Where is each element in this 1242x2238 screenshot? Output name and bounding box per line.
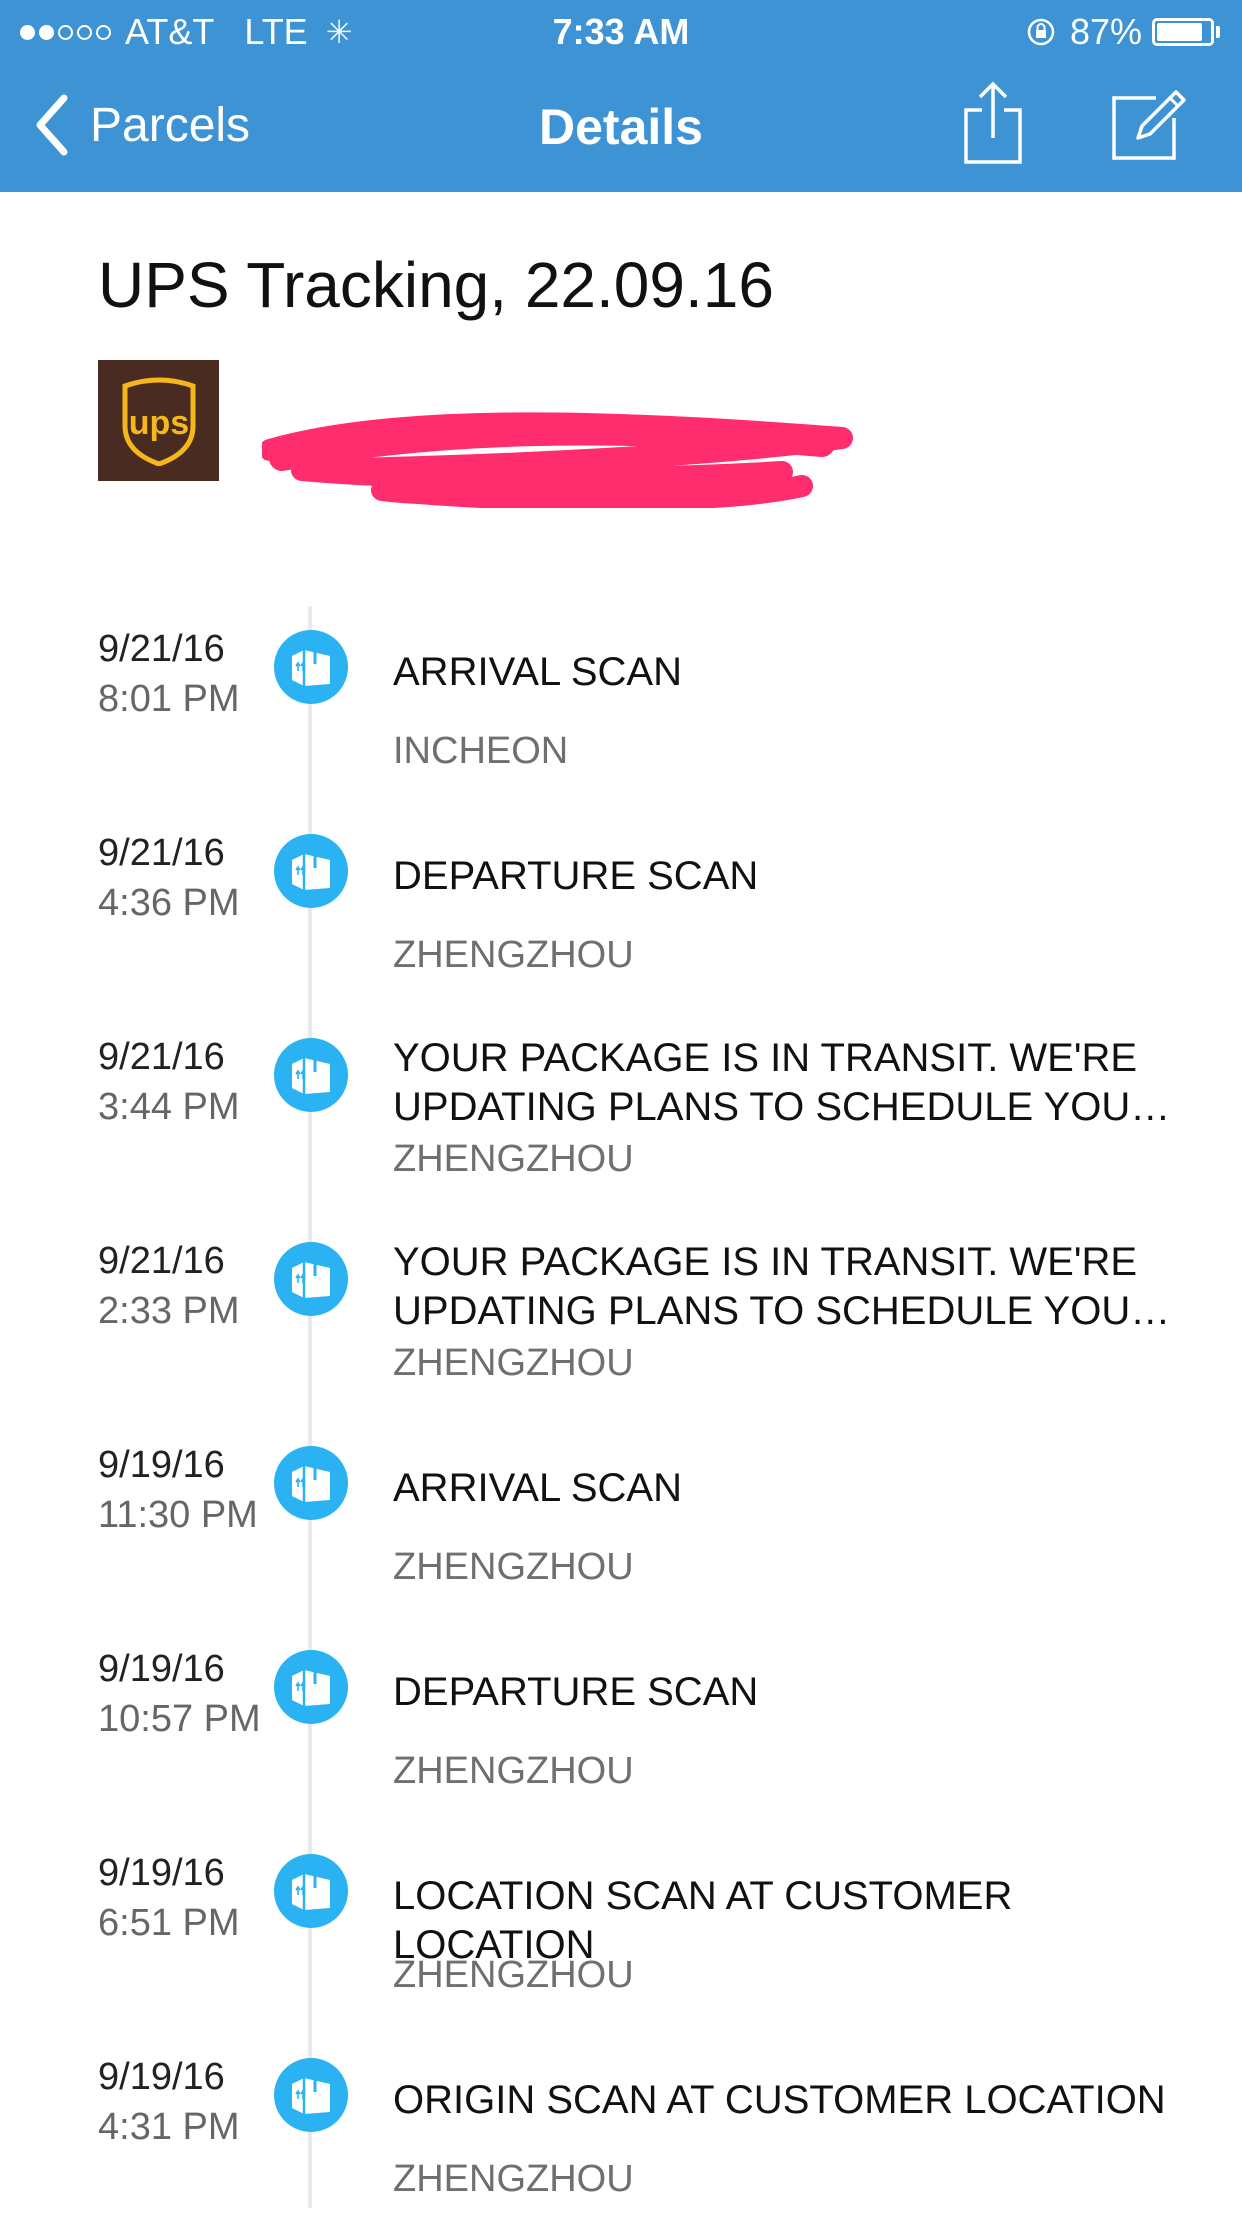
event-date: 9/19/16: [98, 1444, 225, 1486]
event-title: DEPARTURE SCAN: [393, 1670, 759, 1714]
package-icon: [274, 1038, 348, 1112]
ups-logo-text: ups: [128, 404, 188, 442]
event-location: ZHENGZHOU: [393, 2158, 634, 2200]
compose-icon[interactable]: [1110, 86, 1186, 162]
package-icon: [274, 1242, 348, 1316]
rotation-lock-icon: [1027, 18, 1055, 46]
tracking-event-row[interactable]: 9/19/16 10:57 PM DEPARTURE SCAN ZHENGZHO…: [0, 1626, 1242, 1830]
event-time: 4:31 PM: [98, 2106, 240, 2148]
navigation-bar: Parcels Details: [0, 62, 1242, 192]
event-time: 8:01 PM: [98, 678, 240, 720]
app-header: AT&T LTE ✳ 7:33 AM 87% Parcels Details: [0, 0, 1242, 192]
page-title-bar: Details: [539, 99, 703, 155]
tracking-event-row[interactable]: 9/19/16 4:31 PM ORIGIN SCAN AT CUSTOMER …: [0, 2034, 1242, 2238]
event-date: 9/21/16: [98, 832, 225, 874]
tracking-event-row[interactable]: 9/21/16 4:36 PM DEPARTURE SCAN ZHENGZHOU: [0, 810, 1242, 1014]
tracking-event-row[interactable]: 9/19/16 11:30 PM ARRIVAL SCAN ZHENGZHOU: [0, 1422, 1242, 1626]
event-location: ZHENGZHOU: [393, 934, 634, 976]
package-icon: [274, 2058, 348, 2132]
tracking-event-row[interactable]: 9/21/16 3:44 PM YOUR PACKAGE IS IN TRANS…: [0, 1014, 1242, 1218]
event-time: 4:36 PM: [98, 882, 240, 924]
parcel-title: UPS Tracking, 22.09.16: [98, 249, 774, 321]
event-location: ZHENGZHOU: [393, 1750, 634, 1792]
event-location: ZHENGZHOU: [393, 1954, 634, 1996]
event-time: 10:57 PM: [98, 1698, 261, 1740]
event-title: ARRIVAL SCAN: [393, 650, 682, 694]
ups-shield-icon: ups: [122, 377, 195, 466]
package-icon: [274, 1854, 348, 1928]
package-icon: [274, 834, 348, 908]
event-date: 9/21/16: [98, 1036, 225, 1078]
event-title: ARRIVAL SCAN: [393, 1466, 682, 1510]
battery-fill: [1157, 23, 1203, 41]
share-icon[interactable]: [962, 80, 1024, 166]
event-time: 2:33 PM: [98, 1290, 240, 1332]
package-icon: [274, 630, 348, 704]
event-location: ZHENGZHOU: [393, 1138, 634, 1180]
tracking-event-row[interactable]: 9/19/16 6:51 PM LOCATION SCAN AT CUSTOME…: [0, 1830, 1242, 2034]
event-time: 3:44 PM: [98, 1086, 240, 1128]
event-location: ZHENGZHOU: [393, 1546, 634, 1588]
redaction-scribble: [262, 412, 853, 508]
battery-percentage: 87%: [1069, 11, 1142, 52]
event-date: 9/19/16: [98, 1648, 225, 1690]
event-title: YOUR PACKAGE IS IN TRANSIT. WE'RE UPDATI…: [393, 1036, 1171, 1129]
tracking-event-row[interactable]: 9/21/16 2:33 PM YOUR PACKAGE IS IN TRANS…: [0, 1218, 1242, 1422]
tracking-event-row[interactable]: 9/21/16 8:01 PM ARRIVAL SCAN INCHEON: [0, 606, 1242, 810]
event-date: 9/21/16: [98, 1240, 225, 1282]
event-location: INCHEON: [393, 730, 569, 772]
event-time: 6:51 PM: [98, 1902, 240, 1944]
status-bar: AT&T LTE ✳ 7:33 AM 87%: [0, 0, 1242, 62]
event-date: 9/19/16: [98, 1852, 225, 1894]
event-time: 11:30 PM: [98, 1494, 258, 1536]
event-title: YOUR PACKAGE IS IN TRANSIT. WE'RE UPDATI…: [393, 1240, 1171, 1333]
event-title: DEPARTURE SCAN: [393, 854, 759, 898]
ups-logo: ups: [98, 360, 219, 481]
event-date: 9/19/16: [98, 2056, 225, 2098]
package-icon: [274, 1446, 348, 1520]
event-location: ZHENGZHOU: [393, 1342, 634, 1384]
event-title: ORIGIN SCAN AT CUSTOMER LOCATION: [393, 2078, 1166, 2122]
status-right: 87%: [1026, 11, 1220, 53]
event-date: 9/21/16: [98, 628, 225, 670]
battery-icon: [1152, 18, 1214, 46]
package-icon: [274, 1650, 348, 1724]
battery-nub: [1216, 26, 1220, 38]
